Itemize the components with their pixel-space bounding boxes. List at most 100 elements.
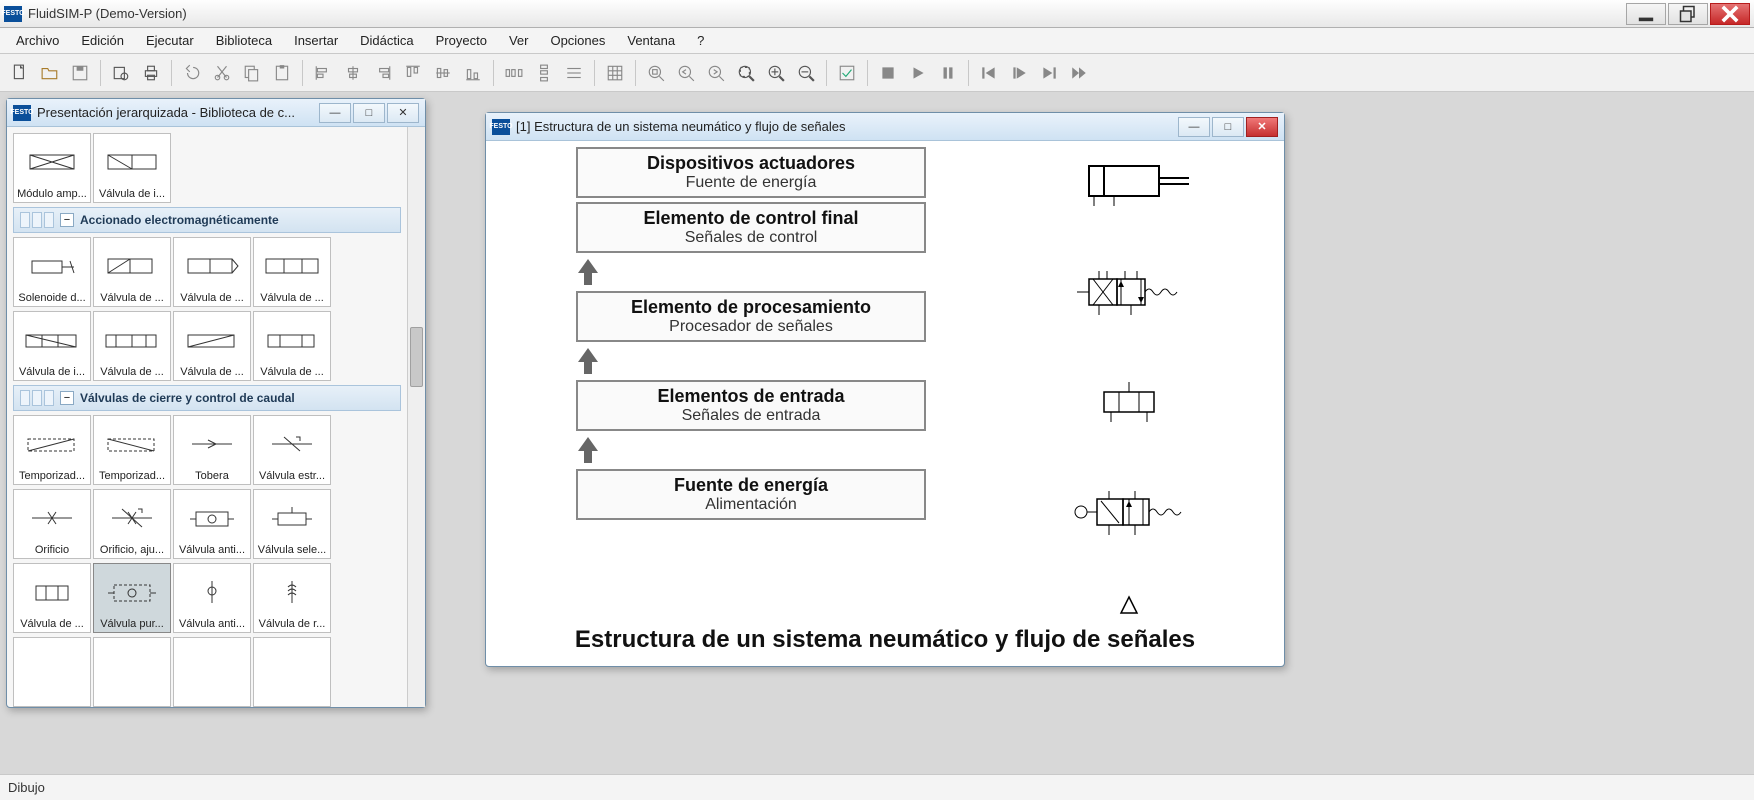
diagram-canvas[interactable]: Dispositivos actuadores Fuente de energí… (486, 141, 1284, 666)
align-center-h-button[interactable] (339, 59, 367, 87)
menu-opciones[interactable]: Opciones (540, 30, 615, 51)
window-close-button[interactable] (1710, 3, 1750, 25)
library-window[interactable]: FESTO Presentación jerarquizada - Biblio… (6, 98, 426, 708)
align-bottom-button[interactable] (459, 59, 487, 87)
category-header[interactable]: − Accionado electromagnéticamente (13, 207, 401, 233)
purge-valve-icon (102, 577, 162, 607)
component-cell[interactable]: Válvula de ... (173, 311, 251, 381)
library-titlebar[interactable]: FESTO Presentación jerarquizada - Biblio… (7, 99, 425, 127)
new-button[interactable] (6, 59, 34, 87)
component-cell[interactable]: Válvula de ... (93, 237, 171, 307)
component-cell[interactable]: Válvula de ... (93, 311, 171, 381)
workspace[interactable]: FESTO Presentación jerarquizada - Biblio… (0, 92, 1754, 774)
stop-button[interactable] (874, 59, 902, 87)
box-subtitle: Procesador de señales (584, 318, 918, 336)
align-center-v-button[interactable] (429, 59, 457, 87)
menu-proyecto[interactable]: Proyecto (426, 30, 497, 51)
category-header[interactable]: − Válvulas de cierre y control de caudal (13, 385, 401, 411)
component-cell[interactable]: Tobera (173, 415, 251, 485)
component-cell[interactable]: Válvula de ... (253, 311, 331, 381)
step-next-button[interactable] (1035, 59, 1063, 87)
diagram-titlebar[interactable]: FESTO [1] Estructura de un sistema neumá… (486, 113, 1284, 141)
component-cell[interactable]: Orificio (13, 489, 91, 559)
menu-archivo[interactable]: Archivo (6, 30, 69, 51)
collapse-icon[interactable]: − (60, 213, 74, 227)
component-cell[interactable]: Orificio, aju... (93, 489, 171, 559)
distribute-v-button[interactable] (530, 59, 558, 87)
paste-button[interactable] (268, 59, 296, 87)
preview-button[interactable] (107, 59, 135, 87)
component-cell[interactable] (93, 637, 171, 707)
component-cell[interactable] (13, 637, 91, 707)
component-label: Tobera (176, 470, 248, 482)
cut-button[interactable] (208, 59, 236, 87)
component-label: Válvula de ... (256, 366, 328, 378)
component-cell[interactable]: Válvula de ... (13, 563, 91, 633)
component-cell[interactable]: Válvula de ... (253, 237, 331, 307)
spacing-button[interactable] (560, 59, 588, 87)
save-button[interactable] (66, 59, 94, 87)
library-scroll-area[interactable]: Módulo amp... Válvula de i... − Accionad… (7, 127, 407, 707)
library-scrollbar[interactable] (407, 127, 425, 707)
component-cell[interactable]: Módulo amp... (13, 133, 91, 203)
component-cell[interactable]: Válvula pur... (93, 563, 171, 633)
component-cell[interactable] (253, 637, 331, 707)
menu-didactica[interactable]: Didáctica (350, 30, 423, 51)
component-cell[interactable]: Válvula de ... (173, 237, 251, 307)
menu-ejecutar[interactable]: Ejecutar (136, 30, 204, 51)
component-cell[interactable] (173, 637, 251, 707)
zoom-out-button[interactable] (792, 59, 820, 87)
component-cell[interactable]: Válvula sele... (253, 489, 331, 559)
diagram-close-button[interactable]: ✕ (1246, 117, 1278, 137)
menu-edicion[interactable]: Edición (71, 30, 134, 51)
zoom-area-button[interactable] (732, 59, 760, 87)
component-cell[interactable]: Válvula de i... (93, 133, 171, 203)
check-button[interactable] (833, 59, 861, 87)
copy-icon (243, 64, 261, 82)
window-restore-button[interactable] (1668, 3, 1708, 25)
scrollbar-thumb[interactable] (410, 327, 423, 387)
align-bottom-icon (464, 64, 482, 82)
align-right-button[interactable] (369, 59, 397, 87)
menu-biblioteca[interactable]: Biblioteca (206, 30, 282, 51)
align-left-button[interactable] (309, 59, 337, 87)
first-button[interactable] (975, 59, 1003, 87)
menu-ver[interactable]: Ver (499, 30, 539, 51)
align-right-icon (374, 64, 392, 82)
library-maximize-button[interactable]: □ (353, 103, 385, 123)
library-minimize-button[interactable]: — (319, 103, 351, 123)
pause-button[interactable] (934, 59, 962, 87)
zoom-in-button[interactable] (762, 59, 790, 87)
component-cell[interactable]: Válvula anti... (173, 489, 251, 559)
undo-button[interactable] (178, 59, 206, 87)
component-cell[interactable]: Válvula de r... (253, 563, 331, 633)
arrow-up-icon (576, 257, 600, 287)
component-cell[interactable]: Temporizad... (93, 415, 171, 485)
menu-insertar[interactable]: Insertar (284, 30, 348, 51)
grid-button[interactable] (601, 59, 629, 87)
zoom-fit-button[interactable] (642, 59, 670, 87)
collapse-icon[interactable]: − (60, 391, 74, 405)
menu-ventana[interactable]: Ventana (617, 30, 685, 51)
step-play-button[interactable] (1005, 59, 1033, 87)
last-button[interactable] (1065, 59, 1093, 87)
diagram-window[interactable]: FESTO [1] Estructura de un sistema neumá… (485, 112, 1285, 667)
diagram-minimize-button[interactable]: — (1178, 117, 1210, 137)
diagram-maximize-button[interactable]: □ (1212, 117, 1244, 137)
component-cell[interactable]: Válvula estr... (253, 415, 331, 485)
align-top-button[interactable] (399, 59, 427, 87)
zoom-prev-button[interactable] (672, 59, 700, 87)
component-cell[interactable]: Temporizad... (13, 415, 91, 485)
library-close-button[interactable]: ✕ (387, 103, 419, 123)
window-minimize-button[interactable] (1626, 3, 1666, 25)
component-cell[interactable]: Válvula anti... (173, 563, 251, 633)
component-cell[interactable]: Válvula de i... (13, 311, 91, 381)
copy-button[interactable] (238, 59, 266, 87)
play-button[interactable] (904, 59, 932, 87)
component-cell[interactable]: Solenoide d... (13, 237, 91, 307)
menu-help[interactable]: ? (687, 30, 714, 51)
open-button[interactable] (36, 59, 64, 87)
distribute-h-button[interactable] (500, 59, 528, 87)
zoom-next-button[interactable] (702, 59, 730, 87)
print-button[interactable] (137, 59, 165, 87)
